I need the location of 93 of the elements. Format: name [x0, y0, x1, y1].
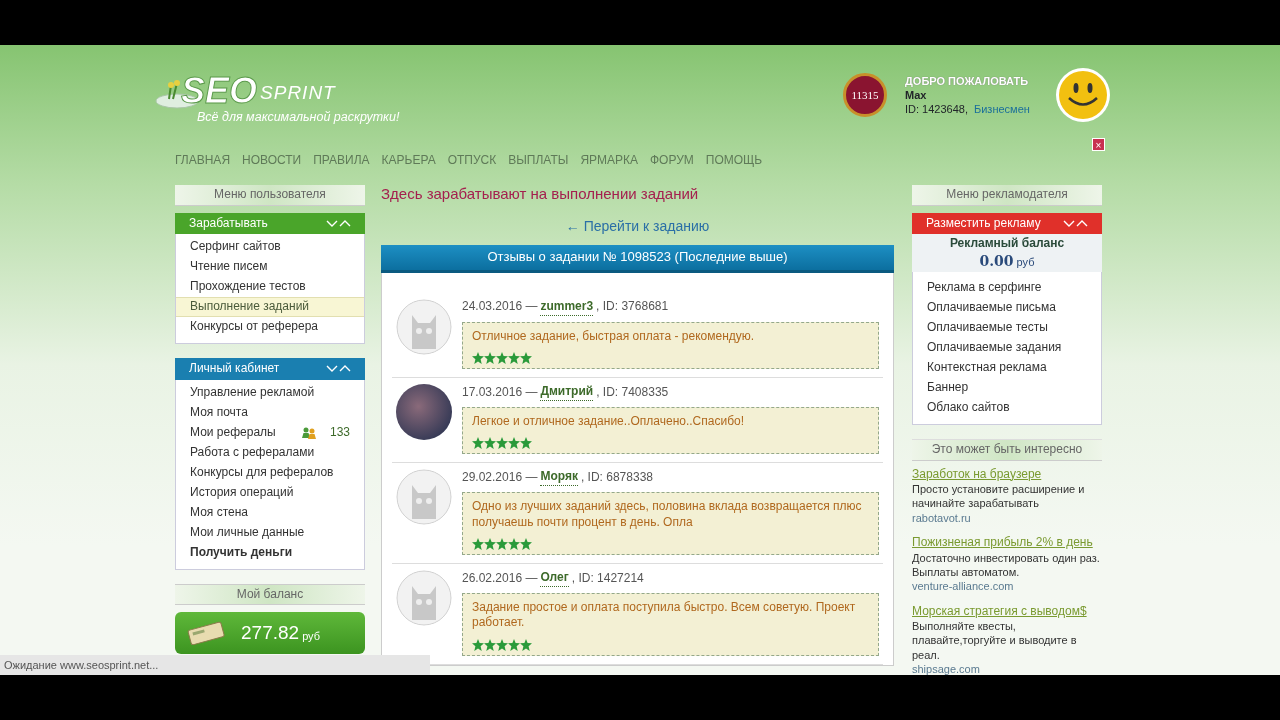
review-id: , ID: 6878338	[580, 469, 653, 486]
rating-badge: 11315	[843, 73, 887, 117]
sidebar-title: Меню рекламодателя	[912, 185, 1102, 206]
menu-item[interactable]: Оплачиваемые задания	[913, 337, 1101, 358]
review-date: 26.02.2016 —	[462, 570, 538, 587]
tagline: Всё для максимальной раскрутки!	[197, 108, 400, 126]
ad-domain: venture-alliance.com	[912, 579, 1015, 594]
review-date: 24.03.2016 —	[462, 299, 538, 316]
menu-item[interactable]: Оплачиваемые тесты	[913, 317, 1101, 338]
star-icon	[508, 437, 520, 450]
collapse-chevrons-icon	[1063, 218, 1088, 228]
menu-item[interactable]: Прохождение тестов	[176, 277, 364, 298]
menu-item[interactable]: Работа с рефералами	[176, 442, 364, 463]
status-bar: Ожидание www.seosprint.net...	[0, 655, 430, 675]
menu-item[interactable]: Управление рекламой	[176, 382, 364, 403]
collapse-chevrons-icon	[326, 364, 351, 374]
menu-item[interactable]: Оплачиваемые письма	[913, 297, 1101, 318]
review-date: 17.03.2016 —	[462, 384, 538, 401]
sidebar-title: Меню пользователя	[175, 185, 365, 206]
menu-item[interactable]: Чтение писем	[176, 257, 364, 278]
menu-item[interactable]: Облако сайтов	[913, 397, 1101, 418]
panel-header: Отзывы о задании № 1098523 (Последние выше)	[381, 245, 894, 273]
star-icon	[508, 538, 520, 551]
menu-item[interactable]: Конкурсы от реферера	[176, 317, 364, 338]
username: Max	[905, 87, 928, 103]
sidebar-title: Это может быть интересно	[912, 438, 1102, 461]
back-link[interactable]: ← Перейти к заданию	[565, 217, 710, 234]
star-icon	[508, 638, 520, 651]
star-icon	[472, 538, 484, 551]
menu-item[interactable]: Конкурсы для рефералов	[176, 462, 364, 483]
menu-item[interactable]: Серфинг сайтов	[176, 237, 364, 258]
balance-amount: 277.82	[241, 621, 300, 646]
star-icon	[484, 352, 496, 365]
ad-description: Достаточно инвестировать один раз. Выплаты автоматом.	[912, 550, 1101, 580]
star-icon	[520, 352, 532, 365]
review-author-link[interactable]: Моряк	[540, 469, 578, 486]
menu-item[interactable]: Получить деньги	[176, 542, 364, 563]
review-author-link[interactable]: Олег	[540, 570, 569, 587]
star-icon	[508, 352, 520, 365]
star-icon	[472, 638, 484, 651]
menu-item[interactable]: Контекстная реклама	[913, 357, 1101, 378]
review-id: , ID: 1427214	[571, 570, 644, 587]
menu-item[interactable]: Моя почта	[176, 402, 364, 423]
menu-item[interactable]: Моя стена	[176, 502, 364, 523]
ad-balance-label: Рекламный баланс	[948, 236, 1066, 252]
star-icon	[472, 352, 484, 365]
review-date: 29.02.2016 —	[462, 469, 538, 486]
star-icon	[496, 437, 508, 450]
star-icon	[484, 538, 496, 551]
menu-item[interactable]: История операций	[176, 482, 364, 503]
star-icon	[496, 538, 508, 551]
star-icon	[472, 437, 484, 450]
star-icon	[520, 437, 532, 450]
review-text: Задание простое и оплата поступила быстро. Всем советую. Проект работает.	[472, 599, 857, 631]
ad-balance-amount: 0.00	[979, 251, 1014, 270]
cat-avatar-icon	[396, 570, 452, 627]
star-icon	[520, 638, 532, 651]
welcome-title: ДОБРО ПОЖАЛОВАТЬ	[905, 73, 1030, 88]
sidebar-title: Мой баланс	[175, 583, 365, 606]
menu-item[interactable]: Мои личные данные	[176, 522, 364, 543]
ad-description: Просто установите расширение и начинайте зарабатывать	[912, 482, 1086, 511]
menu-item[interactable]: Баннер	[913, 377, 1101, 398]
referral-count: 133	[329, 425, 350, 441]
user-id: ID: 1423648,	[905, 102, 968, 117]
review-text: Одно из лучших заданий здесь, половина вклада возвращается плюс получаешь почти процент в день. Опла	[472, 498, 863, 531]
review-text: Легкое и отличное задание..Оплачено..Спасибо!	[472, 413, 746, 430]
review-author-link[interactable]: Дмитрий	[540, 384, 594, 401]
star-icon	[484, 638, 496, 651]
star-icon	[496, 352, 508, 365]
star-icon	[520, 538, 532, 551]
cat-avatar-icon	[396, 299, 452, 355]
close-button[interactable]: ×	[1092, 138, 1105, 151]
menu-item[interactable]: Выполнение заданий	[176, 297, 364, 318]
currency-label: руб	[302, 628, 321, 643]
star-icon	[484, 437, 496, 450]
smiley-avatar-icon	[1055, 67, 1111, 123]
ad-domain: rabotavot.ru	[912, 510, 972, 526]
section-header[interactable]: Личный кабинет	[175, 358, 365, 380]
review-text: Отличное задание, быстрая оплата - рекомендую.	[472, 328, 756, 345]
page-title: Здесь зарабатывают на выполнении заданий	[381, 184, 700, 204]
menu-item[interactable]: Мои рефералы	[190, 425, 276, 441]
menu-item[interactable]: Реклама в серфинге	[913, 277, 1101, 298]
review-author-link[interactable]: zummer3	[540, 299, 594, 316]
star-icon	[496, 638, 508, 651]
review-id: , ID: 3768681	[596, 299, 669, 316]
section-header[interactable]: Разместить рекламу	[912, 212, 1102, 235]
cat-avatar-icon	[396, 469, 452, 526]
collapse-chevrons-icon	[326, 218, 351, 228]
ad-domain: shipsage.com	[912, 662, 981, 675]
people-icon	[301, 426, 316, 439]
ad-description: Выполняйте квесты, плавайте,торгуйте и выводите в реал.	[912, 619, 1078, 662]
currency-label: руб	[1016, 254, 1035, 270]
review-id: , ID: 7408335	[596, 384, 669, 401]
